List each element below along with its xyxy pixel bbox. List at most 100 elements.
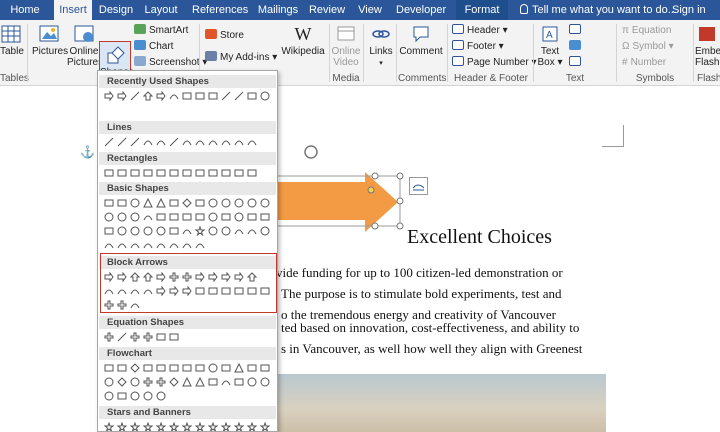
symbol-button[interactable]: Ω Symbol ▾ <box>622 39 674 54</box>
shape-line-icon[interactable] <box>221 91 231 101</box>
store-button[interactable]: Store <box>205 28 244 43</box>
shape-curve-icon[interactable] <box>143 212 153 222</box>
shape-rect-icon[interactable] <box>195 212 205 222</box>
shape-rect-icon[interactable] <box>247 91 257 101</box>
shape-curve-icon[interactable] <box>234 226 244 236</box>
drop-cap-button[interactable] <box>569 55 584 70</box>
shape-curve-icon[interactable] <box>195 240 205 250</box>
shape-circ-icon[interactable] <box>208 363 218 373</box>
shape-tri-icon[interactable] <box>182 377 192 387</box>
tab-references[interactable]: References <box>192 0 248 20</box>
shape-rect-icon[interactable] <box>143 168 153 178</box>
shape-rect-icon[interactable] <box>169 226 179 236</box>
shape-star-icon[interactable] <box>169 422 179 432</box>
shape-curve-icon[interactable] <box>221 377 231 387</box>
shape-circ-icon[interactable] <box>143 391 153 401</box>
shape-curve-icon[interactable] <box>234 137 244 147</box>
tell-me-search[interactable]: Tell me what you want to do... <box>520 0 677 20</box>
shape-curve-icon[interactable] <box>182 226 192 236</box>
shape-star-icon[interactable] <box>182 422 192 432</box>
shape-circ-icon[interactable] <box>260 226 270 236</box>
shape-curve-icon[interactable] <box>117 240 127 250</box>
adjust-handle[interactable] <box>367 186 375 194</box>
shape-circ-icon[interactable] <box>234 198 244 208</box>
shape-circ-icon[interactable] <box>130 391 140 401</box>
shape-rect-icon[interactable] <box>234 168 244 178</box>
shape-curve-icon[interactable] <box>130 240 140 250</box>
shape-curve-icon[interactable] <box>143 240 153 250</box>
shape-rect-icon[interactable] <box>247 363 257 373</box>
online-video-button[interactable]: Online Video <box>331 24 361 68</box>
shape-star-icon[interactable] <box>104 422 114 432</box>
shape-rect-icon[interactable] <box>117 391 127 401</box>
shape-rect-icon[interactable] <box>195 91 205 101</box>
shape-plus-icon[interactable] <box>143 377 153 387</box>
shape-arrowR-icon[interactable] <box>104 91 114 101</box>
chart-button[interactable]: Chart <box>134 39 173 54</box>
shape-curve-icon[interactable] <box>169 240 179 250</box>
shape-diam-icon[interactable] <box>130 363 140 373</box>
shape-curve-icon[interactable] <box>182 137 192 147</box>
shape-circ-icon[interactable] <box>104 212 114 222</box>
footer-button[interactable]: Footer ▾ <box>452 39 504 54</box>
shape-rect-icon[interactable] <box>195 168 205 178</box>
my-addins-button[interactable]: My Add-ins ▾ <box>205 50 277 65</box>
shape-rect-icon[interactable] <box>195 198 205 208</box>
shape-rect-icon[interactable] <box>182 168 192 178</box>
shape-curve-icon[interactable] <box>169 91 179 101</box>
rotate-handle-icon[interactable] <box>304 145 318 159</box>
resize-handle[interactable] <box>396 172 404 180</box>
shape-curve-icon[interactable] <box>143 137 153 147</box>
shape-plus-icon[interactable] <box>130 332 140 342</box>
shape-line-icon[interactable] <box>169 137 179 147</box>
shape-circ-icon[interactable] <box>247 198 257 208</box>
wikipedia-button[interactable]: W Wikipedia <box>280 24 326 57</box>
shape-star-icon[interactable] <box>117 422 127 432</box>
shape-rect-icon[interactable] <box>182 91 192 101</box>
shape-star-icon[interactable] <box>221 422 231 432</box>
shape-circ-icon[interactable] <box>260 377 270 387</box>
tab-home[interactable]: Home <box>8 0 42 20</box>
shape-curve-icon[interactable] <box>208 137 218 147</box>
shape-rect-icon[interactable] <box>169 168 179 178</box>
shape-circ-icon[interactable] <box>247 377 257 387</box>
shape-rect-icon[interactable] <box>247 168 257 178</box>
shape-rect-icon[interactable] <box>130 168 140 178</box>
shape-circ-icon[interactable] <box>156 226 166 236</box>
shape-diam-icon[interactable] <box>117 377 127 387</box>
shape-rect-icon[interactable] <box>117 363 127 373</box>
tab-layout[interactable]: Layout <box>142 0 180 20</box>
shape-circ-icon[interactable] <box>234 212 244 222</box>
quick-parts-button[interactable] <box>569 23 584 38</box>
shape-rect-icon[interactable] <box>104 363 114 373</box>
shape-tri-icon[interactable] <box>234 363 244 373</box>
shape-tri-icon[interactable] <box>143 198 153 208</box>
shape-circ-icon[interactable] <box>117 226 127 236</box>
shape-star-icon[interactable] <box>208 422 218 432</box>
shape-tri-icon[interactable] <box>156 198 166 208</box>
shape-circ-icon[interactable] <box>117 212 127 222</box>
shape-circ-icon[interactable] <box>208 198 218 208</box>
shape-rect-icon[interactable] <box>169 198 179 208</box>
shape-tri-icon[interactable] <box>195 377 205 387</box>
shape-line-icon[interactable] <box>117 137 127 147</box>
shape-curve-icon[interactable] <box>104 240 114 250</box>
shape-rect-icon[interactable] <box>143 363 153 373</box>
shape-rect-icon[interactable] <box>208 377 218 387</box>
shape-circ-icon[interactable] <box>221 226 231 236</box>
shape-circ-icon[interactable] <box>221 198 231 208</box>
shape-line-icon[interactable] <box>234 91 244 101</box>
screenshot-button[interactable]: Screenshot ▾ <box>134 55 207 70</box>
shape-rect-icon[interactable] <box>221 212 231 222</box>
links-button[interactable]: Links ▾ <box>366 24 396 69</box>
shape-arrowR-icon[interactable] <box>117 91 127 101</box>
shape-rect-icon[interactable] <box>208 91 218 101</box>
comment-button[interactable]: Comment <box>398 24 444 57</box>
shape-rect-icon[interactable] <box>208 168 218 178</box>
pictures-button[interactable]: Pictures <box>32 24 68 57</box>
shape-circ-icon[interactable] <box>143 226 153 236</box>
shape-rect-icon[interactable] <box>156 332 166 342</box>
shape-rect-icon[interactable] <box>117 198 127 208</box>
shape-star-icon[interactable] <box>260 422 270 432</box>
text-box-button[interactable]: A Text Box ▾ <box>536 24 564 68</box>
